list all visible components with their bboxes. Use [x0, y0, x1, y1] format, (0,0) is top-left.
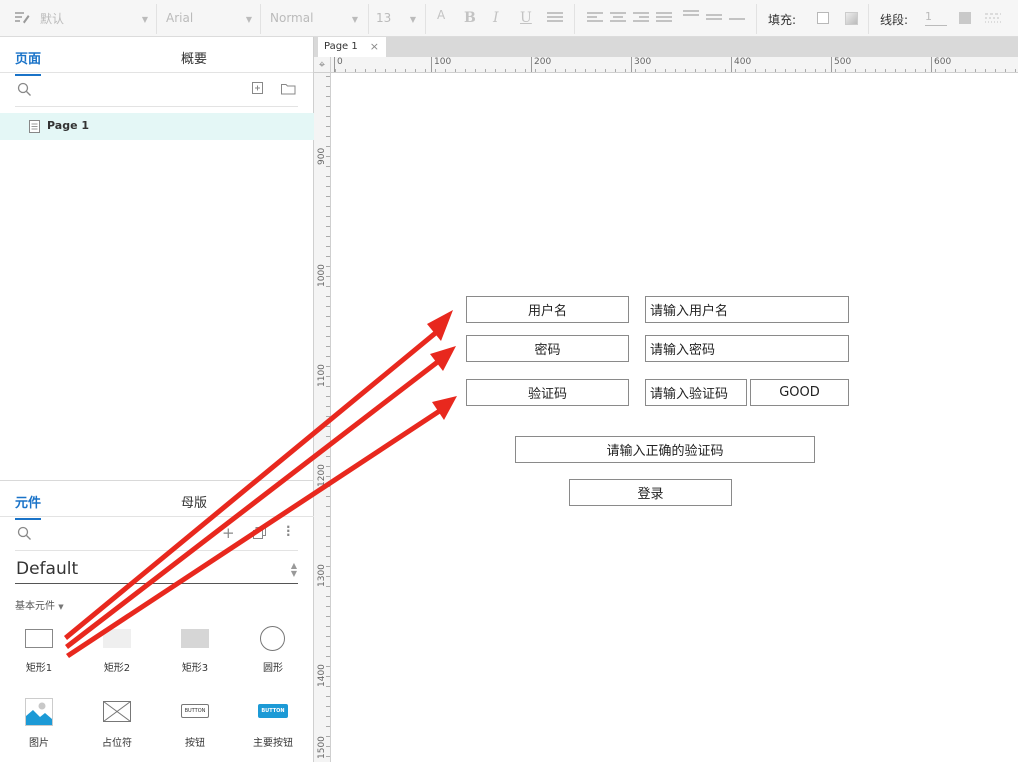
annotation-arrows — [64, 310, 457, 658]
red-arrow-3 — [66, 396, 457, 658]
red-arrow-1 — [64, 310, 453, 640]
red-arrow-2 — [65, 346, 456, 649]
axure-editor: 默认 ▼ Arial ▼ Normal ▼ 13 ▼ A B I U 填充: 线… — [0, 0, 1018, 762]
